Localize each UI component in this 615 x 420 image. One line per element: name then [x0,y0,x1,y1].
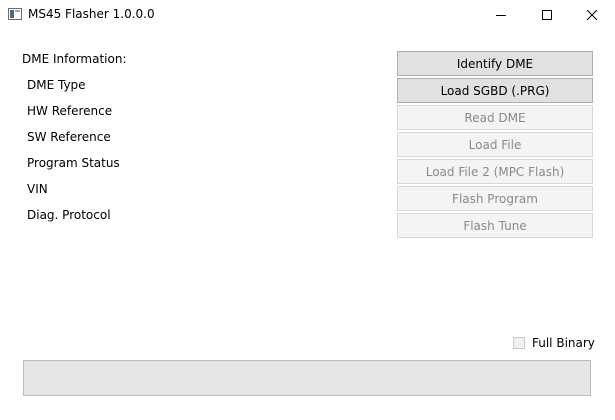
close-button[interactable] [569,0,615,30]
minimize-button[interactable] [478,0,524,30]
window-title: MS45 Flasher 1.0.0.0 [28,7,155,21]
diag-protocol-label: Diag. Protocol [27,208,111,222]
full-binary-checkbox[interactable]: Full Binary [513,336,595,350]
full-binary-label: Full Binary [532,336,595,350]
identify-dme-button[interactable]: Identify DME [397,51,593,76]
title-bar: MS45 Flasher 1.0.0.0 [0,0,615,30]
minimize-icon [496,15,506,16]
hw-reference-label: HW Reference [27,104,113,118]
dme-type-label: DME Type [27,78,86,92]
checkbox-box[interactable] [513,337,525,349]
maximize-button[interactable] [524,0,570,30]
read-dme-button[interactable]: Read DME [397,105,593,130]
close-icon [587,10,597,20]
load-sgbd-button[interactable]: Load SGBD (.PRG) [397,78,593,103]
load-file-button[interactable]: Load File [397,132,593,157]
program-status-label: Program Status [27,156,120,170]
dme-information-header: DME Information: [22,52,127,66]
flash-tune-button[interactable]: Flash Tune [397,213,593,238]
vin-label: VIN [27,182,48,196]
sw-reference-label: SW Reference [27,130,111,144]
flash-program-button[interactable]: Flash Program [397,186,593,211]
flash-progress-bar [23,360,591,396]
app-icon [8,8,22,20]
load-file-2-button[interactable]: Load File 2 (MPC Flash) [397,159,593,184]
maximize-icon [542,10,552,20]
